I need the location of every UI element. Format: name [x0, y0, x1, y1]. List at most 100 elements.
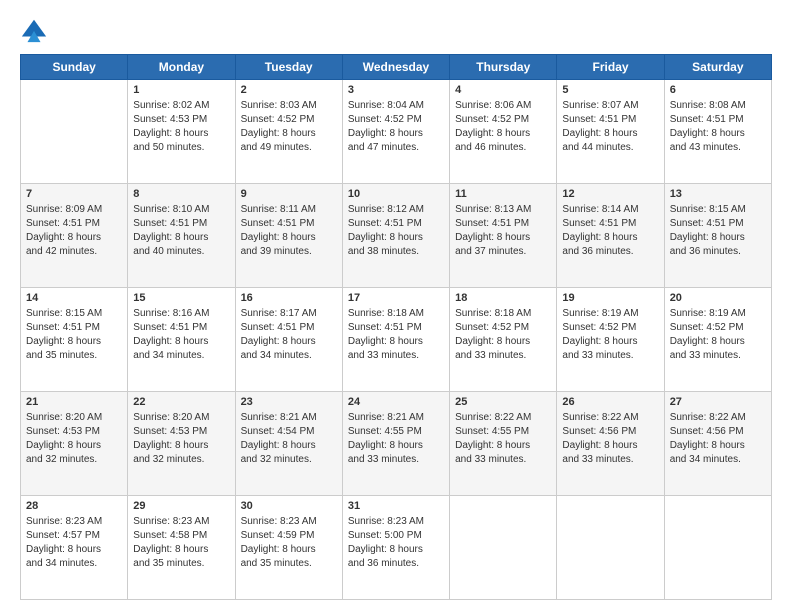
sunset-text: Sunset: 4:58 PM	[133, 529, 229, 543]
calendar-cell	[557, 496, 664, 600]
calendar-cell: 18Sunrise: 8:18 AMSunset: 4:52 PMDayligh…	[450, 288, 557, 392]
cell-content: 5Sunrise: 8:07 AMSunset: 4:51 PMDaylight…	[562, 83, 658, 155]
daylight-text-cont: and 33 minutes.	[455, 453, 551, 467]
daylight-text-cont: and 33 minutes.	[562, 349, 658, 363]
cell-content: 21Sunrise: 8:20 AMSunset: 4:53 PMDayligh…	[26, 395, 122, 467]
daylight-text-cont: and 36 minutes.	[348, 557, 444, 571]
sunset-text: Sunset: 4:53 PM	[133, 113, 229, 127]
sunset-text: Sunset: 4:57 PM	[26, 529, 122, 543]
day-number: 12	[562, 187, 658, 202]
daylight-text-cont: and 33 minutes.	[455, 349, 551, 363]
logo-icon	[20, 16, 48, 44]
calendar-week-row: 1Sunrise: 8:02 AMSunset: 4:53 PMDaylight…	[21, 80, 772, 184]
calendar-cell: 12Sunrise: 8:14 AMSunset: 4:51 PMDayligh…	[557, 184, 664, 288]
day-number: 10	[348, 187, 444, 202]
sunrise-text: Sunrise: 8:12 AM	[348, 203, 444, 217]
daylight-text-cont: and 40 minutes.	[133, 245, 229, 259]
daylight-text-cont: and 49 minutes.	[241, 141, 337, 155]
daylight-text: Daylight: 8 hours	[670, 335, 766, 349]
calendar-cell: 14Sunrise: 8:15 AMSunset: 4:51 PMDayligh…	[21, 288, 128, 392]
daylight-text-cont: and 36 minutes.	[670, 245, 766, 259]
daylight-text-cont: and 33 minutes.	[348, 453, 444, 467]
sunset-text: Sunset: 4:52 PM	[241, 113, 337, 127]
calendar-cell: 21Sunrise: 8:20 AMSunset: 4:53 PMDayligh…	[21, 392, 128, 496]
sunset-text: Sunset: 4:55 PM	[348, 425, 444, 439]
daylight-text: Daylight: 8 hours	[26, 335, 122, 349]
daylight-text: Daylight: 8 hours	[562, 335, 658, 349]
calendar-cell: 25Sunrise: 8:22 AMSunset: 4:55 PMDayligh…	[450, 392, 557, 496]
day-number: 14	[26, 291, 122, 306]
calendar-cell: 27Sunrise: 8:22 AMSunset: 4:56 PMDayligh…	[664, 392, 771, 496]
sunrise-text: Sunrise: 8:03 AM	[241, 99, 337, 113]
calendar-cell: 23Sunrise: 8:21 AMSunset: 4:54 PMDayligh…	[235, 392, 342, 496]
sunset-text: Sunset: 4:52 PM	[455, 321, 551, 335]
sunrise-text: Sunrise: 8:23 AM	[133, 515, 229, 529]
weekday-header-cell: Saturday	[664, 55, 771, 80]
day-number: 1	[133, 83, 229, 98]
weekday-header-cell: Monday	[128, 55, 235, 80]
sunset-text: Sunset: 4:51 PM	[348, 217, 444, 231]
daylight-text-cont: and 34 minutes.	[26, 557, 122, 571]
daylight-text-cont: and 32 minutes.	[26, 453, 122, 467]
daylight-text: Daylight: 8 hours	[241, 439, 337, 453]
daylight-text: Daylight: 8 hours	[241, 543, 337, 557]
sunset-text: Sunset: 4:51 PM	[133, 217, 229, 231]
day-number: 11	[455, 187, 551, 202]
calendar-cell: 24Sunrise: 8:21 AMSunset: 4:55 PMDayligh…	[342, 392, 449, 496]
cell-content: 19Sunrise: 8:19 AMSunset: 4:52 PMDayligh…	[562, 291, 658, 363]
sunset-text: Sunset: 4:51 PM	[670, 113, 766, 127]
day-number: 31	[348, 499, 444, 514]
cell-content: 4Sunrise: 8:06 AMSunset: 4:52 PMDaylight…	[455, 83, 551, 155]
daylight-text-cont: and 32 minutes.	[133, 453, 229, 467]
daylight-text: Daylight: 8 hours	[455, 439, 551, 453]
calendar-cell: 15Sunrise: 8:16 AMSunset: 4:51 PMDayligh…	[128, 288, 235, 392]
daylight-text: Daylight: 8 hours	[133, 231, 229, 245]
sunset-text: Sunset: 4:51 PM	[241, 217, 337, 231]
daylight-text-cont: and 47 minutes.	[348, 141, 444, 155]
cell-content: 8Sunrise: 8:10 AMSunset: 4:51 PMDaylight…	[133, 187, 229, 259]
sunset-text: Sunset: 4:51 PM	[670, 217, 766, 231]
calendar-cell: 1Sunrise: 8:02 AMSunset: 4:53 PMDaylight…	[128, 80, 235, 184]
calendar-cell	[664, 496, 771, 600]
day-number: 4	[455, 83, 551, 98]
daylight-text-cont: and 34 minutes.	[670, 453, 766, 467]
cell-content: 27Sunrise: 8:22 AMSunset: 4:56 PMDayligh…	[670, 395, 766, 467]
sunrise-text: Sunrise: 8:23 AM	[348, 515, 444, 529]
daylight-text: Daylight: 8 hours	[26, 231, 122, 245]
cell-content: 30Sunrise: 8:23 AMSunset: 4:59 PMDayligh…	[241, 499, 337, 571]
header	[20, 16, 772, 44]
daylight-text-cont: and 35 minutes.	[26, 349, 122, 363]
day-number: 8	[133, 187, 229, 202]
calendar-cell: 11Sunrise: 8:13 AMSunset: 4:51 PMDayligh…	[450, 184, 557, 288]
day-number: 26	[562, 395, 658, 410]
sunset-text: Sunset: 4:51 PM	[241, 321, 337, 335]
calendar-week-row: 14Sunrise: 8:15 AMSunset: 4:51 PMDayligh…	[21, 288, 772, 392]
sunrise-text: Sunrise: 8:23 AM	[26, 515, 122, 529]
weekday-header-cell: Thursday	[450, 55, 557, 80]
sunset-text: Sunset: 4:59 PM	[241, 529, 337, 543]
daylight-text: Daylight: 8 hours	[133, 335, 229, 349]
sunset-text: Sunset: 4:52 PM	[348, 113, 444, 127]
logo	[20, 16, 52, 44]
sunrise-text: Sunrise: 8:10 AM	[133, 203, 229, 217]
calendar-cell: 28Sunrise: 8:23 AMSunset: 4:57 PMDayligh…	[21, 496, 128, 600]
sunrise-text: Sunrise: 8:22 AM	[670, 411, 766, 425]
cell-content: 17Sunrise: 8:18 AMSunset: 4:51 PMDayligh…	[348, 291, 444, 363]
calendar-week-row: 21Sunrise: 8:20 AMSunset: 4:53 PMDayligh…	[21, 392, 772, 496]
daylight-text: Daylight: 8 hours	[455, 127, 551, 141]
daylight-text: Daylight: 8 hours	[562, 127, 658, 141]
calendar-body: 1Sunrise: 8:02 AMSunset: 4:53 PMDaylight…	[21, 80, 772, 600]
cell-content: 3Sunrise: 8:04 AMSunset: 4:52 PMDaylight…	[348, 83, 444, 155]
sunset-text: Sunset: 4:52 PM	[562, 321, 658, 335]
day-number: 17	[348, 291, 444, 306]
sunset-text: Sunset: 5:00 PM	[348, 529, 444, 543]
cell-content: 11Sunrise: 8:13 AMSunset: 4:51 PMDayligh…	[455, 187, 551, 259]
daylight-text-cont: and 35 minutes.	[241, 557, 337, 571]
sunrise-text: Sunrise: 8:18 AM	[455, 307, 551, 321]
cell-content: 22Sunrise: 8:20 AMSunset: 4:53 PMDayligh…	[133, 395, 229, 467]
cell-content: 13Sunrise: 8:15 AMSunset: 4:51 PMDayligh…	[670, 187, 766, 259]
day-number: 18	[455, 291, 551, 306]
page: SundayMondayTuesdayWednesdayThursdayFrid…	[0, 0, 792, 612]
daylight-text: Daylight: 8 hours	[133, 127, 229, 141]
daylight-text: Daylight: 8 hours	[133, 439, 229, 453]
